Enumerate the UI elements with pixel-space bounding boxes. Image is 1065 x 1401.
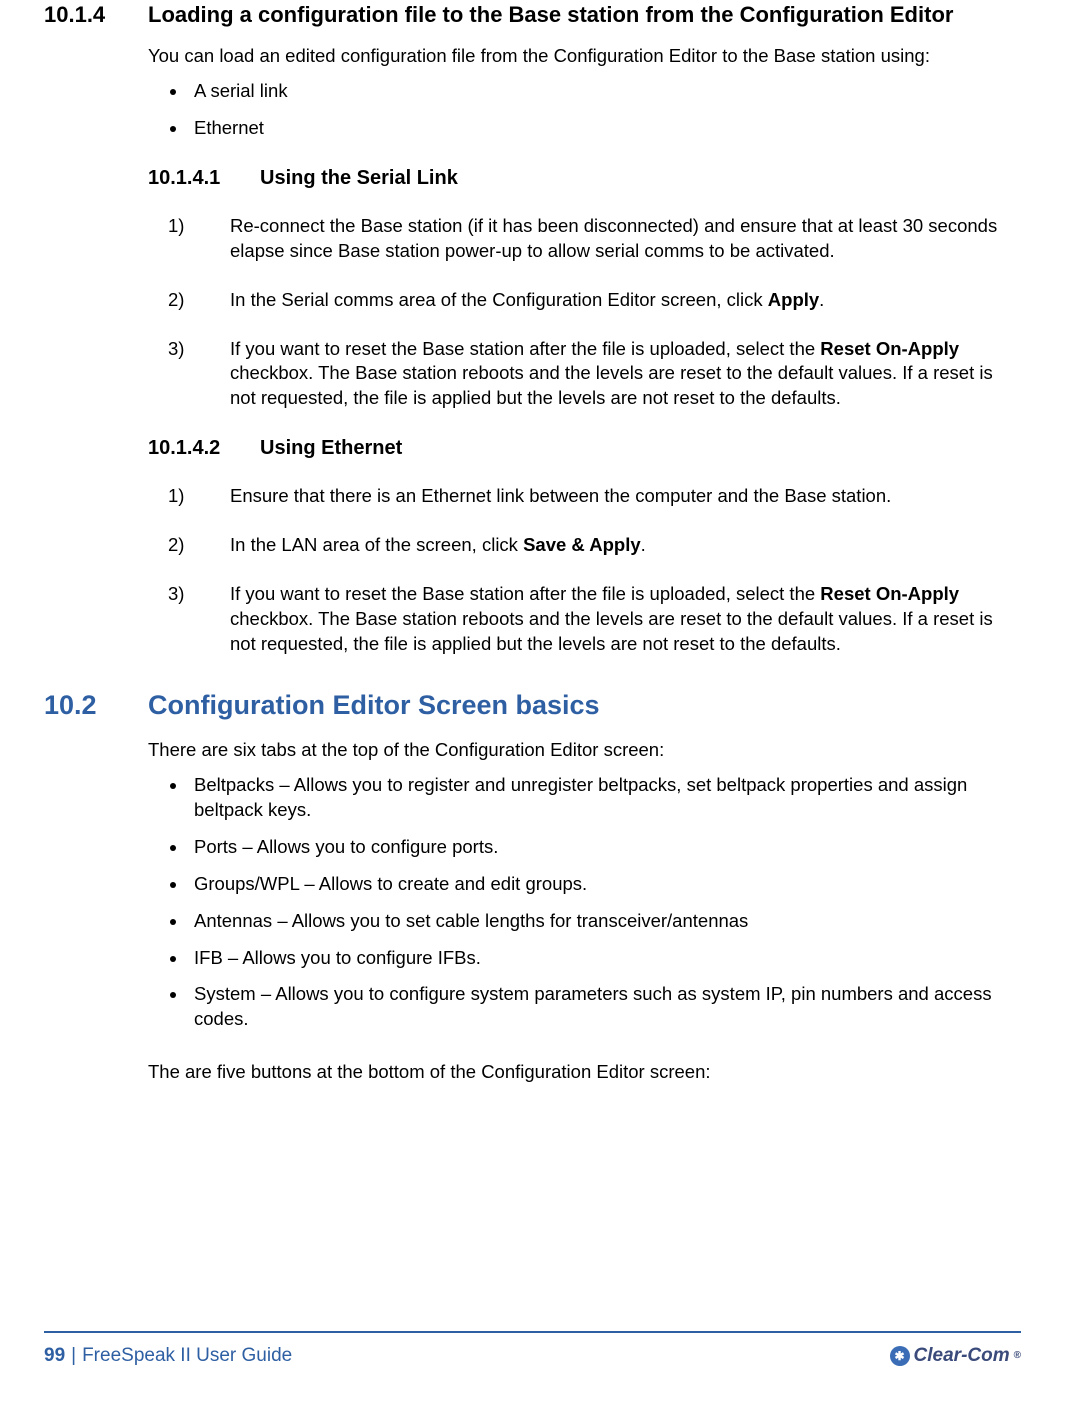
step-text: If you want to reset the Base station af… bbox=[230, 337, 1021, 412]
list-item: Beltpacks – Allows you to register and u… bbox=[188, 773, 1021, 823]
reset-on-apply-label: Reset On-Apply bbox=[820, 583, 959, 604]
heading-number: 10.2 bbox=[44, 687, 148, 723]
step-text: If you want to reset the Base station af… bbox=[230, 582, 1021, 657]
step-number: 2) bbox=[168, 288, 230, 313]
heading-title: Loading a configuration file to the Base… bbox=[148, 0, 1021, 30]
globe-icon: ✱ bbox=[890, 1346, 910, 1366]
registered-icon: ® bbox=[1014, 1349, 1021, 1363]
tabs-list: Beltpacks – Allows you to register and u… bbox=[188, 773, 1021, 1033]
step-item: 2) In the Serial comms area of the Confi… bbox=[168, 288, 1021, 313]
heading-number: 10.1.4.1 bbox=[148, 165, 260, 192]
step-item: 3) If you want to reset the Base station… bbox=[168, 337, 1021, 412]
step-number: 1) bbox=[168, 214, 230, 264]
doc-title: FreeSpeak II User Guide bbox=[82, 1343, 292, 1369]
step-text: In the LAN area of the screen, click Sav… bbox=[230, 533, 1021, 558]
list-item: Ports – Allows you to configure ports. bbox=[188, 835, 1021, 860]
heading-number: 10.1.4 bbox=[44, 0, 148, 30]
reset-on-apply-label: Reset On-Apply bbox=[820, 338, 959, 359]
ethernet-steps: 1) Ensure that there is an Ethernet link… bbox=[168, 484, 1021, 657]
page-footer: 99 | FreeSpeak II User Guide ✱ Clear-Com… bbox=[44, 1331, 1021, 1369]
page-number: 99 bbox=[44, 1343, 65, 1369]
brand-name: Clear-Com bbox=[914, 1343, 1010, 1369]
heading-10-1-4: 10.1.4 Loading a configuration file to t… bbox=[44, 0, 1021, 30]
step-number: 3) bbox=[168, 582, 230, 657]
list-item: Groups/WPL – Allows to create and edit g… bbox=[188, 872, 1021, 897]
intro-paragraph: You can load an edited configuration fil… bbox=[148, 44, 1021, 69]
step-text: In the Serial comms area of the Configur… bbox=[230, 288, 1021, 313]
heading-title: Configuration Editor Screen basics bbox=[148, 687, 600, 723]
heading-title: Using the Serial Link bbox=[260, 165, 458, 192]
heading-10-1-4-2: 10.1.4.2 Using Ethernet bbox=[148, 435, 1021, 462]
step-item: 3) If you want to reset the Base station… bbox=[168, 582, 1021, 657]
footer-separator: | bbox=[71, 1343, 76, 1369]
save-apply-label: Save & Apply bbox=[523, 534, 641, 555]
closing-paragraph: The are five buttons at the bottom of th… bbox=[148, 1060, 1021, 1085]
heading-10-2: 10.2 Configuration Editor Screen basics bbox=[44, 687, 1021, 723]
step-item: 1) Re-connect the Base station (if it ha… bbox=[168, 214, 1021, 264]
list-item: A serial link bbox=[188, 79, 1021, 104]
heading-10-1-4-1: 10.1.4.1 Using the Serial Link bbox=[148, 165, 1021, 192]
list-item: System – Allows you to configure system … bbox=[188, 982, 1021, 1032]
heading-title: Using Ethernet bbox=[260, 435, 402, 462]
step-number: 3) bbox=[168, 337, 230, 412]
step-item: 1) Ensure that there is an Ethernet link… bbox=[168, 484, 1021, 509]
apply-label: Apply bbox=[768, 289, 819, 310]
footer-left: 99 | FreeSpeak II User Guide bbox=[44, 1343, 292, 1369]
brand-logo: ✱ Clear-Com ® bbox=[890, 1343, 1021, 1369]
serial-steps: 1) Re-connect the Base station (if it ha… bbox=[168, 214, 1021, 412]
intro-paragraph: There are six tabs at the top of the Con… bbox=[148, 738, 1021, 763]
step-number: 1) bbox=[168, 484, 230, 509]
list-item: Ethernet bbox=[188, 116, 1021, 141]
list-item: Antennas – Allows you to set cable lengt… bbox=[188, 909, 1021, 934]
step-number: 2) bbox=[168, 533, 230, 558]
step-text: Re-connect the Base station (if it has b… bbox=[230, 214, 1021, 264]
heading-number: 10.1.4.2 bbox=[148, 435, 260, 462]
load-methods-list: A serial link Ethernet bbox=[188, 79, 1021, 141]
step-text: Ensure that there is an Ethernet link be… bbox=[230, 484, 1021, 509]
list-item: IFB – Allows you to configure IFBs. bbox=[188, 946, 1021, 971]
step-item: 2) In the LAN area of the screen, click … bbox=[168, 533, 1021, 558]
